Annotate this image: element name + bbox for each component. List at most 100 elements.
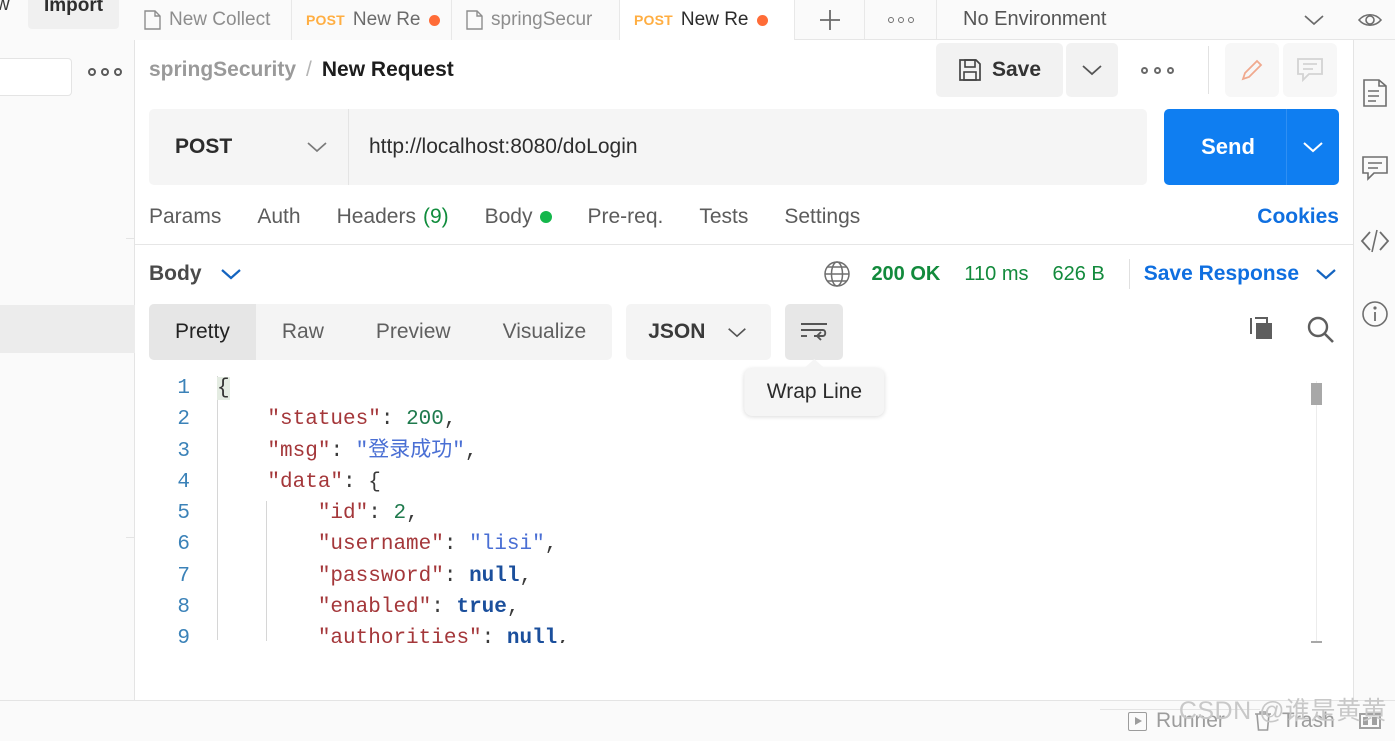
collection-doc-icon bbox=[144, 10, 161, 30]
line-number-gutter: 1 2 3 4 5 6 7 8 9 bbox=[149, 373, 204, 643]
tab-prerequest-label: Pre-req. bbox=[587, 205, 664, 228]
sidebar-divider bbox=[126, 537, 135, 538]
code-line: "data": { bbox=[217, 467, 1339, 498]
environment-quicklook-button[interactable] bbox=[1349, 0, 1395, 39]
tab-tests-label: Tests bbox=[699, 205, 749, 228]
open-tabs-list: New Collect POST New Re springSecur POST… bbox=[130, 0, 795, 40]
tab-headers-label: Headers bbox=[336, 205, 416, 228]
tab-settings-label: Settings bbox=[784, 205, 861, 228]
comment-request-button[interactable] bbox=[1283, 43, 1337, 97]
request-tab-method: POST bbox=[306, 12, 345, 28]
import-button[interactable]: Import bbox=[28, 0, 120, 29]
request-tab[interactable]: New Collect bbox=[130, 0, 292, 40]
chevron-down-icon bbox=[220, 269, 241, 280]
request-tab[interactable]: springSecur bbox=[452, 0, 620, 40]
code-token: { bbox=[217, 377, 230, 400]
response-scrollbar-thumb[interactable] bbox=[1311, 383, 1322, 405]
comment-icon[interactable] bbox=[1361, 154, 1389, 182]
status-badge: 200 OK bbox=[871, 262, 941, 285]
sidebar-selected-row[interactable] bbox=[0, 305, 135, 353]
code-token: , bbox=[406, 502, 419, 526]
tab-body[interactable]: Body bbox=[485, 205, 552, 229]
tab-params[interactable]: Params bbox=[149, 205, 221, 229]
response-body-select[interactable] bbox=[218, 266, 244, 282]
request-tab-label: New Collect bbox=[169, 9, 271, 30]
code-line: "enabled": true, bbox=[217, 592, 1339, 623]
layout-toggle-button[interactable] bbox=[1359, 713, 1381, 729]
url-bar: POST http://localhost:8080/doLogin Send bbox=[149, 109, 1339, 185]
eye-icon bbox=[1357, 13, 1383, 26]
new-tab-button[interactable] bbox=[795, 0, 865, 39]
tab-params-label: Params bbox=[149, 205, 222, 228]
breadcrumb-separator: / bbox=[306, 58, 312, 81]
tab-preview[interactable]: Preview bbox=[350, 304, 477, 360]
status-bar: Runner Trash bbox=[0, 700, 1395, 741]
documentation-icon[interactable] bbox=[1362, 78, 1388, 108]
save-response-button[interactable]: Save Response bbox=[1144, 262, 1299, 286]
wrap-line-button[interactable]: Wrap Line bbox=[744, 304, 885, 416]
copy-icon[interactable] bbox=[1247, 315, 1277, 350]
request-tab-active[interactable]: POST New Re bbox=[620, 0, 795, 40]
code-line: "id": 2, bbox=[217, 498, 1339, 529]
code-token: , bbox=[443, 408, 457, 432]
response-body-viewer[interactable]: 1 2 3 4 5 6 7 8 9 { "statues": 200, "msg": "登录成功… bbox=[149, 373, 1339, 643]
chevron-down-icon bbox=[1303, 142, 1323, 153]
save-options-button[interactable] bbox=[1066, 43, 1118, 97]
http-method-select[interactable]: POST bbox=[149, 109, 349, 185]
tab-auth-label: Auth bbox=[257, 205, 301, 228]
view-menu-label[interactable]: w bbox=[0, 0, 10, 16]
tab-settings[interactable]: Settings bbox=[784, 205, 860, 229]
code-token: : bbox=[431, 596, 457, 620]
save-response-options-button[interactable] bbox=[1313, 266, 1339, 282]
line-number: 9 bbox=[177, 627, 190, 643]
tab-visualize[interactable]: Visualize bbox=[477, 304, 613, 360]
response-scrollbar-track[interactable] bbox=[1316, 381, 1317, 643]
edit-request-button[interactable] bbox=[1225, 43, 1279, 97]
plus-icon bbox=[819, 9, 840, 30]
tab-headers[interactable]: Headers (9) bbox=[337, 205, 449, 229]
send-button[interactable]: Send bbox=[1164, 109, 1339, 185]
code-snippet-icon[interactable] bbox=[1360, 228, 1390, 254]
breadcrumb-collection[interactable]: springSecurity bbox=[149, 58, 296, 82]
sidebar-divider bbox=[126, 238, 135, 239]
line-number: 8 bbox=[177, 596, 190, 620]
url-input[interactable]: http://localhost:8080/doLogin bbox=[349, 109, 1147, 185]
sidebar bbox=[0, 40, 135, 741]
line-number: 1 bbox=[177, 377, 190, 400]
code-token: : bbox=[443, 533, 470, 557]
request-tab[interactable]: POST New Re bbox=[292, 0, 452, 40]
code-token: null bbox=[469, 564, 520, 588]
wrap-line-icon bbox=[801, 323, 828, 341]
code-token: : bbox=[443, 564, 470, 588]
info-circle-icon[interactable] bbox=[1361, 300, 1389, 328]
response-scrollbar-thumb[interactable] bbox=[1311, 641, 1322, 643]
tab-raw-label: Raw bbox=[281, 320, 324, 343]
tab-tests[interactable]: Tests bbox=[699, 205, 748, 229]
request-header-row: springSecurity / New Request Save bbox=[135, 40, 1353, 100]
request-builder-pane: springSecurity / New Request Save POST h… bbox=[135, 40, 1353, 700]
response-header: Body 200 OK 110 ms 626 B Save Response bbox=[135, 245, 1353, 303]
divider bbox=[1208, 46, 1209, 94]
sidebar-search-input[interactable] bbox=[0, 58, 72, 96]
code-token: "登录成功" bbox=[355, 439, 465, 463]
request-more-button[interactable] bbox=[1118, 66, 1196, 74]
tab-prerequest[interactable]: Pre-req. bbox=[588, 205, 664, 229]
environment-selector[interactable]: No Environment bbox=[937, 0, 1349, 39]
tab-auth[interactable]: Auth bbox=[257, 205, 300, 229]
tab-pretty[interactable]: Pretty bbox=[149, 304, 256, 360]
send-options-button[interactable] bbox=[1287, 139, 1339, 155]
request-tab-label: New Re bbox=[680, 9, 749, 30]
code-token: "authorities" bbox=[317, 627, 482, 643]
response-viewer-toolbar: Pretty Raw Preview Visualize JSON Wrap L… bbox=[149, 303, 1339, 416]
tab-raw[interactable]: Raw bbox=[256, 304, 350, 360]
trash-button[interactable]: Trash bbox=[1253, 709, 1335, 733]
cookies-link[interactable]: Cookies bbox=[1257, 205, 1339, 229]
tab-options-button[interactable] bbox=[865, 0, 937, 39]
search-icon[interactable] bbox=[1305, 314, 1337, 351]
request-tab-label: New Re bbox=[352, 9, 421, 30]
sidebar-options-button[interactable] bbox=[88, 68, 122, 76]
save-button[interactable]: Save bbox=[935, 43, 1063, 97]
globe-icon bbox=[823, 260, 851, 288]
response-format-select[interactable]: JSON bbox=[626, 304, 772, 360]
runner-button[interactable]: Runner bbox=[1128, 709, 1225, 733]
